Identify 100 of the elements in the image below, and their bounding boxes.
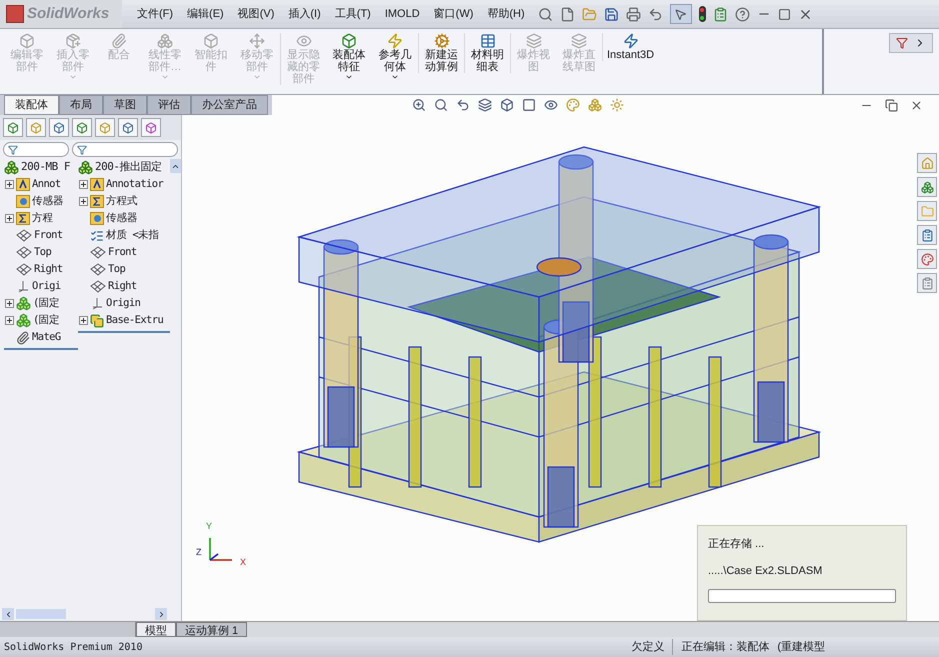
status-text: SolidWorks Premium 2010 [4,640,142,654]
command-button[interactable]: Instant3D [602,33,658,61]
task-pane-tab[interactable] [917,225,937,245]
printer-icon[interactable] [626,6,641,22]
task-pane-tab[interactable] [917,249,937,269]
menu-item[interactable]: 窗口(W) [428,6,478,22]
tree-item[interactable]: Front [34,228,63,244]
expand-toggle[interactable] [78,316,88,325]
tree-item[interactable]: 方程 [32,210,53,226]
tree-item[interactable]: (固定 [33,312,60,328]
bottom-tab[interactable]: 运动算例 1 [176,622,248,637]
menu-item[interactable]: 插入(I) [283,6,326,22]
axis-label: X [240,556,246,568]
expand-toggle[interactable] [78,197,88,206]
command-button[interactable]: 参考几何体 [372,33,418,81]
expand-toggle[interactable] [4,316,14,325]
tree-item[interactable]: Front [108,244,137,260]
scroll-up-button[interactable] [170,159,181,173]
panel-tab-icon[interactable] [49,118,69,137]
tree-root[interactable]: 200-MB F [21,159,70,176]
expand-toggle[interactable] [4,214,14,223]
tree-item[interactable]: Right [34,262,63,278]
section-view-icon[interactable] [478,98,492,112]
command-icon [111,33,127,49]
tree-item[interactable]: 传感器 [32,194,64,210]
cube-icon [7,122,19,134]
menu-item[interactable]: 帮助(H) [482,6,530,22]
scene-icon[interactable] [588,98,602,112]
plane-icon [16,229,32,242]
new-file-icon[interactable] [560,6,575,22]
menu-item[interactable]: IMOLD [380,6,425,22]
command-tab[interactable]: 装配体 [4,95,59,115]
command-icon [203,33,219,49]
menu-item[interactable]: 文件(F) [132,6,178,22]
task-pane-tab[interactable] [917,273,937,293]
display-style-icon[interactable] [522,98,536,112]
tree-item[interactable]: 材质 <未指 [106,228,160,244]
command-tab[interactable]: 草图 [103,95,147,115]
view-orientation-icon[interactable] [500,98,514,112]
scrollbar-thumb[interactable] [16,609,66,619]
menu-item[interactable]: 工具(T) [330,6,376,22]
menu-item[interactable]: 编辑(E) [182,6,229,22]
pointer-icon [674,8,688,20]
dropdown-caret-icon [161,73,169,81]
tree-root[interactable]: 200-推出固定 [95,159,162,176]
tree-item[interactable]: (固定 [33,296,60,312]
panel-tab-icon[interactable] [3,118,23,137]
command-button[interactable]: 新建运动算例 [418,33,464,73]
tree-item[interactable]: Top [108,262,126,278]
undo-icon[interactable] [648,6,663,22]
zoom-area-icon[interactable] [434,98,448,112]
tree-item[interactable]: Origi [32,278,61,294]
panel-tab-icon[interactable] [72,118,92,137]
tree-item[interactable]: Annotatior [106,176,164,192]
close-icon[interactable] [910,98,923,112]
expand-toggle[interactable] [4,180,14,189]
tree-item[interactable]: Right [108,278,137,294]
zoom-icon[interactable] [412,98,426,112]
save-icon[interactable] [604,6,619,22]
plane-icon [16,246,32,259]
command-button[interactable]: 材料明细表 [464,33,510,73]
bottom-tab[interactable]: 模型 [136,622,176,637]
tree-item[interactable]: MateG [32,330,61,346]
tree-item[interactable]: Top [34,244,52,260]
panel-tab-icon[interactable] [118,118,138,137]
glasses-icon[interactable] [544,98,558,112]
task-pane-toolbar[interactable] [889,33,933,53]
expand-toggle[interactable] [78,180,88,189]
restore-icon[interactable] [885,98,898,112]
tree-item[interactable]: 传感器 [106,210,138,226]
status-text: (重建模型 [777,640,826,655]
origin-icon [16,280,30,293]
command-icon [249,33,265,49]
traffic-light-icon[interactable] [698,6,706,22]
panel-tab-icon[interactable] [141,118,161,137]
filter-field[interactable] [72,142,178,157]
scroll-left-button[interactable] [2,608,14,620]
select-tool[interactable] [670,4,692,24]
command-icon [622,33,639,49]
expand-toggle[interactable] [4,299,14,308]
command-icon [19,33,35,49]
options-icon[interactable] [712,6,728,22]
scroll-right-button[interactable] [155,608,167,620]
command-tab[interactable]: 办公室产品 [191,95,268,115]
tree-item[interactable]: Origin [106,296,140,312]
plane-icon [90,280,106,293]
help-icon[interactable] [734,6,750,22]
task-pane-tab[interactable] [917,177,937,197]
tree-item[interactable]: Base-Extru [106,312,164,328]
maximize-icon[interactable] [778,8,791,20]
filter-field[interactable] [3,142,69,157]
tree-item[interactable]: 方程式 [106,194,138,210]
equation-folder-icon [16,212,30,225]
tree-item[interactable]: Annot [32,176,61,192]
menu-item[interactable]: 视图(V) [232,6,280,22]
command-tab[interactable]: 布局 [59,95,103,115]
command-button[interactable]: 装配体特征 [326,33,372,81]
previous-view-icon[interactable] [456,98,470,112]
library-icon [920,180,934,194]
command-tab[interactable]: 评估 [147,95,191,115]
